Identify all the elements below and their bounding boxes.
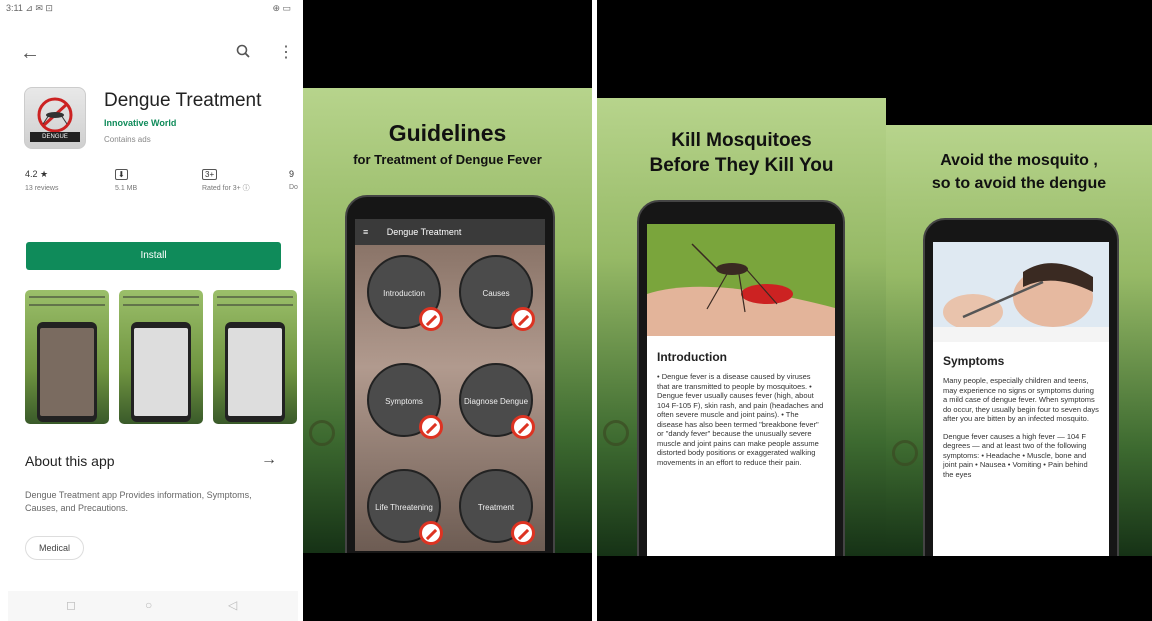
promo3-title-line2: so to avoid the dengue <box>931 175 1107 192</box>
card-body-2: Dengue fever causes a high fever — 104 F… <box>943 431 1088 479</box>
phone-mockup: ≡ Dengue Treatment Introduction Causes S… <box>345 195 555 575</box>
back-arrow-icon[interactable]: ← <box>20 42 40 65</box>
promo-image-kill-mosquitoes: Kill Mosquitoes Before They Kill You Int… <box>597 0 886 621</box>
menu-icon: ≡ <box>363 227 369 237</box>
screenshot-thumbnail-2[interactable] <box>119 290 203 424</box>
app-toolbar-title: Dengue Treatment <box>386 227 462 237</box>
back-icon[interactable]: ◁ <box>228 598 237 612</box>
app-icon-label: DENGUE <box>30 132 80 142</box>
screenshot-thumbnail-3[interactable] <box>213 290 297 424</box>
screenshot-thumbnail-1[interactable] <box>25 290 109 424</box>
life-threatening-button: Life Threatening <box>367 469 443 545</box>
more-options-icon[interactable]: ⋮ <box>278 42 294 62</box>
downloads-value: 9 <box>289 169 295 179</box>
phone-mockup: Symptoms Many people, especially childre… <box>923 218 1119 578</box>
arrow-right-icon[interactable]: → <box>261 451 277 469</box>
diagnose-dengue-label: Diagnose Dengue <box>463 397 529 406</box>
mosquito-illustration <box>309 420 335 446</box>
mosquito-on-skin-photo <box>647 224 835 336</box>
promo-image-guidelines: Guidelines for Treatment of Dengue Fever… <box>303 0 592 621</box>
contains-ads-label: Contains ads <box>104 135 151 144</box>
downloads-stat: 9 Do <box>289 169 298 192</box>
introduction-button: Introduction <box>367 255 443 331</box>
app-description: Dengue Treatment app Provides informatio… <box>25 490 252 513</box>
status-bar-left: 3:11 ⊿ ✉ ⊡ <box>6 3 53 13</box>
mosquito-illustration <box>892 440 918 466</box>
status-bar-right: ⊕ ▭ <box>272 3 291 13</box>
treatment-button: Treatment <box>459 469 535 545</box>
promo1-subtitle: for Treatment of Dengue Fever <box>353 152 542 167</box>
content-rating-stat: 3+ Rated for 3+ ⓘ <box>202 169 252 193</box>
phone-mockup: Introduction • Dengue fever is a disease… <box>637 200 845 580</box>
mosquito-illustration <box>603 420 629 446</box>
treatment-label: Treatment <box>477 503 515 512</box>
app-icon: DENGUE <box>24 87 86 149</box>
app-title: Dengue Treatment <box>104 90 262 111</box>
sick-child-photo <box>933 242 1109 342</box>
app-size: 5.1 MB <box>115 185 138 192</box>
card-body: • Dengue fever is a disease caused by vi… <box>657 372 824 467</box>
no-mosquito-icon <box>511 521 535 545</box>
category-chip[interactable]: Medical <box>25 536 85 560</box>
play-store-listing: 3:11 ⊿ ✉ ⊡ ⊕ ▭ ← ⋮ DENGUE Dengue Treatme… <box>0 0 303 621</box>
promo-image-avoid-mosquito: Avoid the mosquito , so to avoid the den… <box>886 0 1152 621</box>
no-mosquito-icon <box>419 307 443 331</box>
rated-3plus-icon: 3+ <box>202 169 218 180</box>
search-icon[interactable] <box>236 44 250 58</box>
mosquito-icon <box>37 97 73 133</box>
no-mosquito-icon <box>511 415 535 439</box>
symptoms-button: Symptoms <box>367 363 443 439</box>
causes-label: Causes <box>482 289 510 298</box>
causes-button: Causes <box>459 255 535 331</box>
reviews-count: 13 reviews <box>25 185 59 192</box>
diagnose-dengue-button: Diagnose Dengue <box>459 363 535 439</box>
rating-value: 4.2 ★ <box>25 169 49 179</box>
home-icon[interactable]: ○ <box>145 598 152 612</box>
about-section-title[interactable]: About this app <box>25 453 115 469</box>
card-title: Symptoms <box>943 354 1005 368</box>
screenshot-collage: 3:11 ⊿ ✉ ⊡ ⊕ ▭ ← ⋮ DENGUE Dengue Treatme… <box>0 0 1152 621</box>
promo1-title: Guidelines <box>388 120 507 146</box>
downloads-label: Do <box>289 184 298 191</box>
promo2-title-line2: Before They Kill You <box>649 155 834 176</box>
no-mosquito-icon <box>419 521 443 545</box>
promo3-title-line1: Avoid the mosquito , <box>940 152 1098 169</box>
introduction-label: Introduction <box>383 289 425 298</box>
download-icon: ⬇ <box>115 169 128 180</box>
developer-link[interactable]: Innovative World <box>104 118 176 128</box>
rating-stat: 4.2 ★ 13 reviews <box>25 169 58 193</box>
no-mosquito-icon <box>419 415 443 439</box>
content-rating-label: Rated for 3+ ⓘ <box>202 185 250 192</box>
life-threatening-label: Life Threatening <box>375 503 433 512</box>
install-button[interactable]: Install <box>26 242 281 270</box>
size-stat: ⬇ 5.1 MB <box>115 169 137 193</box>
card-title: Introduction <box>657 350 727 364</box>
card-body-1: Many people, especially children and tee… <box>943 376 1099 423</box>
symptoms-label: Symptoms <box>385 397 423 406</box>
recents-icon[interactable]: ◻ <box>66 598 76 612</box>
promo2-title-line1: Kill Mosquitoes <box>671 130 812 151</box>
no-mosquito-icon <box>511 307 535 331</box>
system-nav-bar: ◻ ○ ◁ <box>8 591 298 621</box>
app-toolbar: ≡ Dengue Treatment <box>355 219 545 245</box>
